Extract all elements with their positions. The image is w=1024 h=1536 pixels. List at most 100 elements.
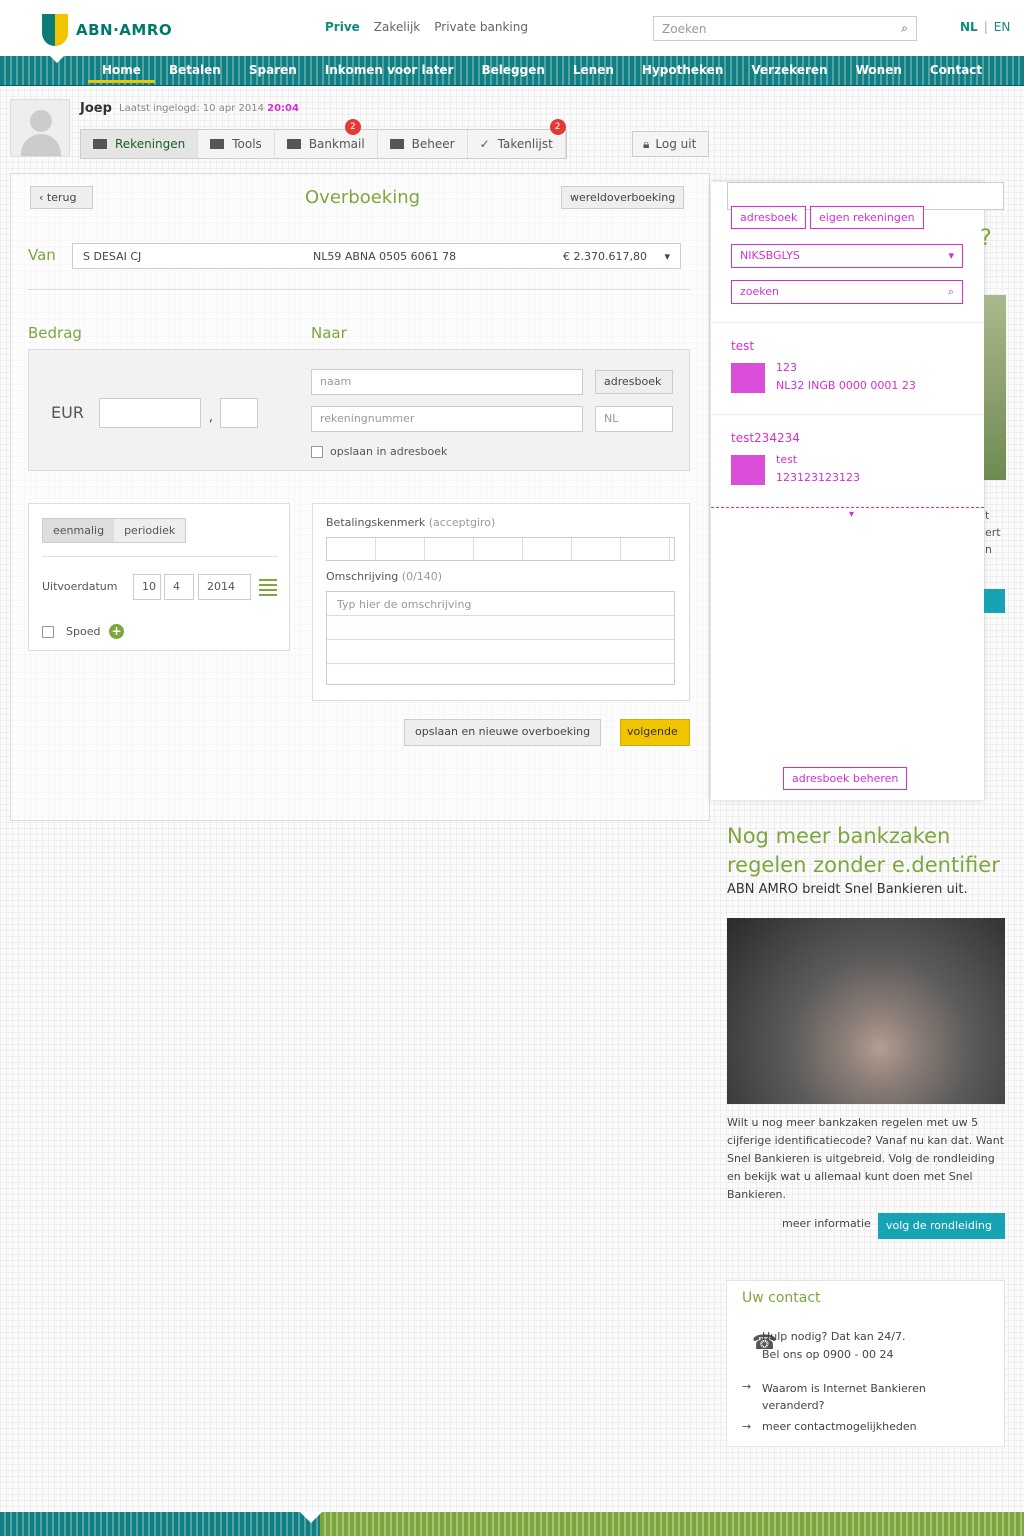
execution-date-label: Uitvoerdatum bbox=[42, 580, 118, 593]
contact-link-more[interactable]: meer contactmogelijkheden bbox=[762, 1420, 917, 1433]
segment-zakelijk[interactable]: Zakelijk bbox=[374, 20, 420, 34]
account-number-input[interactable]: rekeningnummer bbox=[311, 406, 583, 432]
back-button[interactable]: ‹ terug bbox=[30, 186, 93, 209]
addressbook-select-value: NIKSBGLYS bbox=[740, 249, 800, 262]
nav-home[interactable]: Home bbox=[88, 63, 155, 83]
addressbook-search-placeholder: zoeken bbox=[740, 285, 779, 298]
nav-wonen[interactable]: Wonen bbox=[842, 63, 916, 83]
brand-name: ABN·AMRO bbox=[76, 21, 173, 39]
tab-tools[interactable]: Tools bbox=[198, 130, 275, 158]
van-label: Van bbox=[28, 246, 56, 264]
address-entry-name: test234234 bbox=[731, 431, 800, 445]
country-select[interactable]: NL bbox=[595, 406, 673, 432]
chevron-down-icon: ▾ bbox=[948, 249, 954, 262]
teal-button-edge[interactable] bbox=[984, 589, 1005, 613]
segment-prive[interactable]: Prive bbox=[325, 20, 360, 34]
tab-rekeningen[interactable]: Rekeningen bbox=[81, 130, 199, 158]
from-account-name: S DESAI CJ bbox=[83, 249, 142, 263]
nav-inkomen[interactable]: Inkomen voor later bbox=[311, 63, 468, 83]
contact-link-why[interactable]: Waarom is Internet Bankieren veranderd? bbox=[762, 1380, 962, 1414]
description-title: Omschrijving bbox=[326, 570, 399, 583]
amount-euros-input[interactable] bbox=[99, 398, 201, 428]
segment-private-banking[interactable]: Private banking bbox=[434, 20, 528, 34]
more-info-link[interactable]: meer informatie bbox=[782, 1217, 871, 1230]
address-entry-name: test bbox=[731, 339, 755, 353]
addressbook-select[interactable]: NIKSBGLYS ▾ bbox=[731, 244, 963, 268]
mail-icon bbox=[286, 139, 301, 149]
search-icon[interactable]: ⌕ bbox=[948, 285, 954, 299]
addressbook-tab[interactable]: adresboek bbox=[731, 206, 807, 229]
tab-bankmail[interactable]: 2 Bankmail bbox=[275, 119, 378, 158]
tour-button[interactable]: volg de rondleiding bbox=[878, 1213, 1005, 1239]
lang-en[interactable]: EN bbox=[994, 20, 1011, 34]
urgent-checkbox[interactable] bbox=[42, 626, 54, 638]
nav-pointer bbox=[48, 54, 66, 63]
manage-addressbook-button[interactable]: adresboek beheren bbox=[783, 767, 908, 790]
takenlijst-badge: 2 bbox=[549, 119, 566, 135]
language-switch: NL | EN bbox=[960, 20, 1010, 34]
description-textarea[interactable]: Typ hier de omschrijving bbox=[326, 591, 675, 685]
promo-title: Nog meer bankzaken regelen zonder e.dent… bbox=[727, 824, 1000, 877]
tab-takenlijst[interactable]: 2 ✓ Takenlijst bbox=[468, 119, 566, 158]
description-label: Omschrijving (0/140) bbox=[326, 570, 442, 583]
arrow-right-icon: → bbox=[742, 1420, 752, 1433]
address-entry[interactable]: test234234 test 123123123123 bbox=[711, 414, 984, 508]
from-account-select[interactable]: S DESAI CJ NL59 ABNA 0505 6061 78 € 2.37… bbox=[72, 243, 681, 269]
urgent-label: Spoed bbox=[66, 625, 101, 638]
date-day-input[interactable]: 10 bbox=[133, 574, 161, 600]
address-entry-line2: NL32 INGB 0000 0001 23 bbox=[776, 379, 916, 392]
frequency-toggle: eenmalig periodiek bbox=[42, 518, 187, 543]
nav-beleggen[interactable]: Beleggen bbox=[467, 63, 558, 83]
recipient-name-input[interactable]: naam bbox=[311, 369, 583, 395]
save-to-addressbook-label: opslaan in adresboek bbox=[330, 445, 448, 458]
date-year-input[interactable]: 2014 bbox=[198, 574, 251, 600]
nav-verzekeren[interactable]: Verzekeren bbox=[737, 63, 841, 83]
own-accounts-tab[interactable]: eigen rekeningen bbox=[810, 206, 924, 229]
address-entry-line1: 123 bbox=[776, 361, 797, 374]
lang-nl[interactable]: NL bbox=[960, 20, 978, 34]
logout-button[interactable]: 🔒︎ Log uit bbox=[632, 131, 709, 157]
lock-icon: 🔒︎ bbox=[643, 136, 650, 151]
accounts-icon bbox=[93, 139, 107, 149]
periodic-option[interactable]: periodiek bbox=[114, 519, 186, 542]
divider bbox=[28, 289, 690, 290]
main-nav: Home Betalen Sparen Inkomen voor later B… bbox=[0, 54, 1024, 86]
once-option[interactable]: eenmalig bbox=[43, 519, 115, 542]
nav-betalen[interactable]: Betalen bbox=[155, 63, 235, 83]
nav-lenen[interactable]: Lenen bbox=[559, 63, 628, 83]
user-toolbar: Rekeningen Tools 2 Bankmail Beheer 2 ✓ Take… bbox=[80, 119, 567, 159]
save-new-transfer-button[interactable]: opslaan en nieuwe overboeking bbox=[404, 719, 602, 746]
info-plus-icon[interactable]: + bbox=[109, 624, 124, 639]
nav-contact[interactable]: Contact bbox=[916, 63, 996, 83]
back-label: terug bbox=[46, 191, 77, 204]
calendar-icon[interactable] bbox=[259, 578, 277, 596]
date-month-input[interactable]: 4 bbox=[164, 574, 194, 600]
next-button[interactable]: volgende bbox=[620, 719, 690, 746]
amount-cents-input[interactable] bbox=[220, 398, 258, 428]
address-entry[interactable]: test 123 NL32 INGB 0000 0001 23 bbox=[711, 322, 984, 414]
tab-tools-label: Tools bbox=[232, 137, 262, 151]
addressbook-search-input[interactable]: zoeken ⌕ bbox=[731, 280, 963, 304]
search-input[interactable]: Zoeken ⌕ bbox=[653, 16, 917, 41]
brand-logo[interactable]: ABN·AMRO bbox=[42, 14, 172, 46]
tab-beheer[interactable]: Beheer bbox=[378, 130, 468, 158]
payment-reference-input[interactable] bbox=[326, 537, 675, 561]
nav-sparen[interactable]: Sparen bbox=[235, 63, 311, 83]
addressbook-button[interactable]: adresboek bbox=[595, 370, 673, 394]
footer-bar bbox=[0, 1512, 1024, 1536]
promo-subtitle: ABN AMRO breidt Snel Bankieren uit. bbox=[727, 882, 968, 897]
logout-label: Log uit bbox=[655, 137, 697, 151]
scroll-down-icon[interactable]: ▾ bbox=[849, 509, 854, 520]
save-to-addressbook-checkbox[interactable] bbox=[311, 446, 323, 458]
search-icon[interactable]: ⌕ bbox=[901, 21, 908, 36]
chevron-down-icon: ▾ bbox=[664, 249, 670, 263]
address-entry-line2: 123123123123 bbox=[776, 471, 860, 484]
nav-hypotheken[interactable]: Hypotheken bbox=[628, 63, 737, 83]
lang-separator: | bbox=[983, 20, 988, 34]
contact-title: Uw contact bbox=[742, 1290, 821, 1306]
world-transfer-button[interactable]: wereldoverboeking bbox=[561, 186, 685, 209]
last-login-label: Laatst ingelogd: 10 apr 2014 bbox=[119, 103, 264, 114]
promo-text: Wilt u nog meer bankzaken regelen met uw… bbox=[727, 1116, 1005, 1201]
last-login: Laatst ingelogd: 10 apr 2014 20:04 bbox=[119, 103, 299, 114]
last-login-time: 20:04 bbox=[267, 103, 299, 114]
